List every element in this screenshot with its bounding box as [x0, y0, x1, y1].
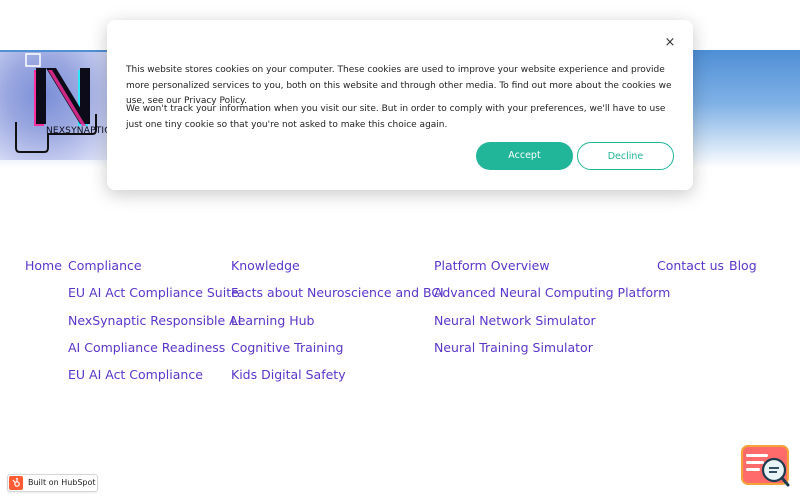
logo-text: NEXSYNAPTIC — [46, 126, 111, 136]
nav-knowledge[interactable]: Knowledge — [231, 258, 300, 274]
cookie-paragraph-tracking: We won't track your information when you… — [126, 104, 666, 130]
nav-compliance-item[interactable]: EU AI Act Compliance — [68, 367, 203, 383]
decline-button[interactable]: Decline — [577, 142, 674, 170]
nav-blog[interactable]: Blog — [729, 258, 757, 274]
chat-launcher[interactable] — [740, 444, 792, 490]
hubspot-sprocket-icon — [9, 476, 23, 490]
nav-contact[interactable]: Contact us — [657, 258, 724, 274]
nav-knowledge-item[interactable]: Cognitive Training — [231, 340, 343, 356]
built-on-hubspot-badge[interactable]: Built on HubSpot — [7, 474, 98, 492]
nav-platform-item[interactable]: Neural Training Simulator — [434, 340, 593, 356]
nav-platform-item[interactable]: Neural Network Simulator — [434, 313, 596, 329]
nav-platform-item[interactable]: Advanced Neural Computing Platform — [434, 285, 670, 301]
nav-platform[interactable]: Platform Overview — [434, 258, 550, 274]
cookie-consent-dialog: × This website stores cookies on your co… — [107, 20, 693, 190]
chat-search-icon — [741, 445, 790, 487]
close-icon[interactable]: × — [663, 36, 677, 50]
hubspot-label: Built on HubSpot — [28, 478, 96, 487]
nav-knowledge-item[interactable]: Learning Hub — [231, 313, 315, 329]
nav-compliance-item[interactable]: NexSynaptic Responsible AI — [68, 313, 241, 329]
nav-compliance-item[interactable]: EU AI Act Compliance Suite — [68, 285, 239, 301]
nav-compliance[interactable]: Compliance — [68, 258, 142, 274]
nav-knowledge-item[interactable]: Facts about Neuroscience and BCI — [231, 285, 444, 301]
logo-mark-icon — [15, 53, 97, 153]
accept-button[interactable]: Accept — [476, 142, 573, 170]
nav-knowledge-item[interactable]: Kids Digital Safety — [231, 367, 346, 383]
site-logo[interactable]: NEXSYNAPTIC — [0, 52, 111, 160]
nav-compliance-item[interactable]: AI Compliance Readiness — [68, 340, 225, 356]
nav-home[interactable]: Home — [25, 258, 62, 274]
